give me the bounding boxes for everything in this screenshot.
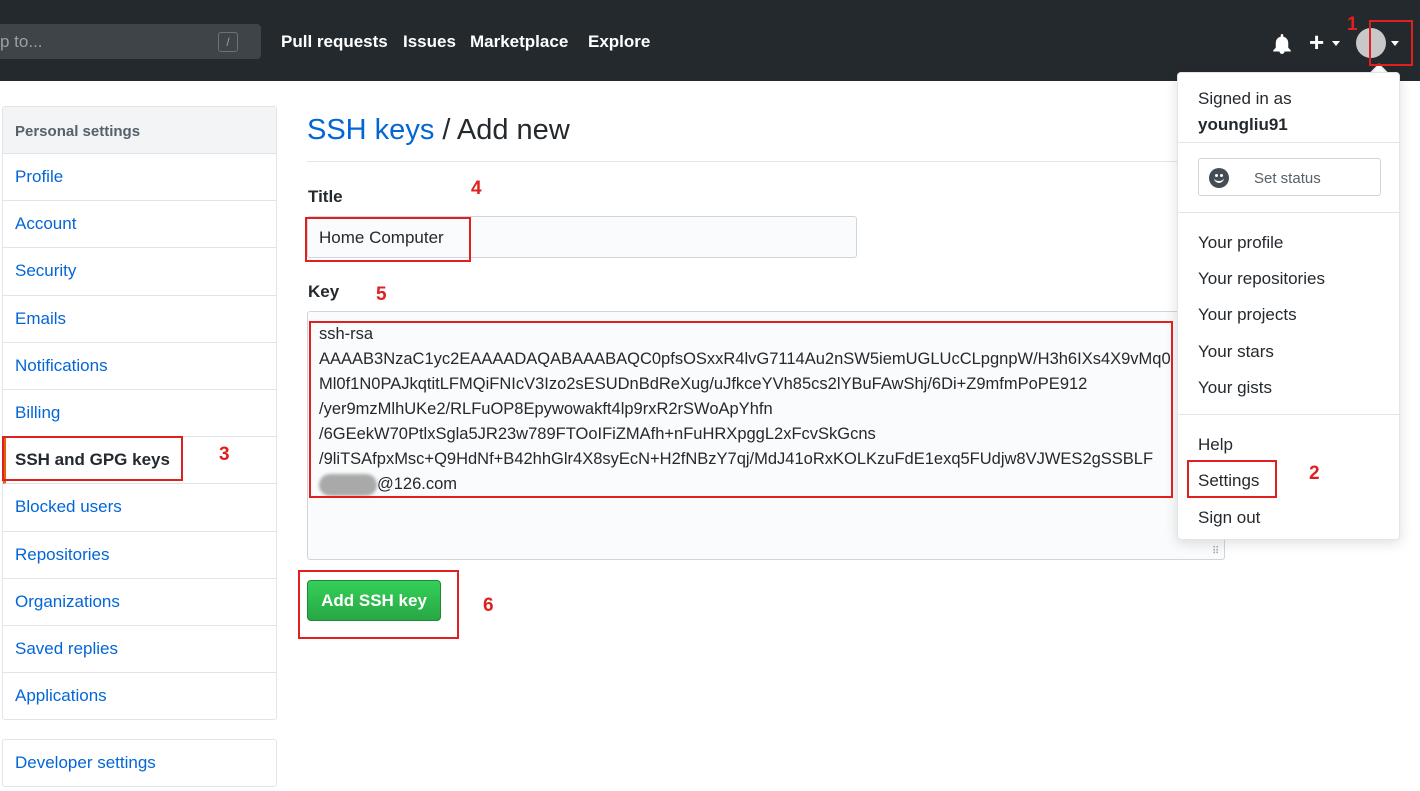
search-input[interactable]: p to... /: [0, 24, 261, 59]
sidebar-item-blocked-users[interactable]: Blocked users: [3, 484, 276, 532]
annotation-box-settings: [1187, 460, 1277, 498]
sidebar-item-applications[interactable]: Applications: [3, 673, 276, 720]
menu-your-gists[interactable]: Your gists: [1198, 378, 1272, 398]
sidebar-item-developer-settings[interactable]: Developer settings: [2, 739, 277, 787]
sidebar-item-repositories[interactable]: Repositories: [3, 532, 276, 579]
nav-pull-requests[interactable]: Pull requests: [281, 32, 388, 52]
nav-issues[interactable]: Issues: [403, 32, 456, 52]
annotation-box-title: [305, 217, 471, 262]
search-placeholder: p to...: [0, 32, 43, 51]
dropdown-divider: [1178, 414, 1399, 415]
nav-explore[interactable]: Explore: [588, 32, 650, 52]
sidebar-item-billing[interactable]: Billing: [3, 390, 276, 438]
menu-your-stars[interactable]: Your stars: [1198, 342, 1274, 362]
settings-sidebar: Personal settings Profile Account Securi…: [2, 106, 277, 720]
sidebar-item-emails[interactable]: Emails: [3, 296, 276, 343]
annotation-number: 1: [1347, 14, 1358, 35]
menu-your-profile[interactable]: Your profile: [1198, 233, 1283, 253]
title-divider: [307, 161, 1225, 162]
set-status-label: Set status: [1254, 170, 1321, 187]
sidebar-item-account[interactable]: Account: [3, 201, 276, 249]
annotation-number: 2: [1309, 463, 1320, 484]
plus-icon[interactable]: +: [1309, 27, 1324, 57]
sidebar-item-profile[interactable]: Profile: [3, 154, 276, 202]
title-label: Title: [308, 187, 343, 206]
smiley-icon: [1209, 168, 1229, 188]
resize-grip-icon[interactable]: ⠿: [1212, 546, 1219, 557]
signed-in-label: Signed in as: [1198, 89, 1292, 108]
menu-help[interactable]: Help: [1198, 435, 1233, 455]
top-navbar: p to... / Pull requests Issues Marketpla…: [0, 0, 1420, 81]
ssh-keys-link[interactable]: SSH keys: [307, 114, 434, 146]
menu-your-repositories[interactable]: Your repositories: [1198, 269, 1325, 289]
annotation-box-button: [298, 570, 459, 639]
annotation-number: 6: [483, 595, 494, 616]
sidebar-item-security[interactable]: Security: [3, 248, 276, 296]
annotation-number: 4: [471, 178, 482, 199]
sidebar-heading: Personal settings: [3, 107, 276, 154]
annotation-box-ssh-keys: [2, 436, 183, 481]
set-status-button[interactable]: Set status: [1198, 158, 1381, 196]
menu-sign-out[interactable]: Sign out: [1198, 508, 1260, 528]
sidebar-item-organizations[interactable]: Organizations: [3, 579, 276, 626]
sidebar-item-notifications[interactable]: Notifications: [3, 343, 276, 390]
annotation-box-key: [309, 321, 1173, 498]
signed-in-username: youngliu91: [1198, 115, 1288, 134]
page-title: SSH keys / Add new: [307, 114, 570, 147]
bell-icon[interactable]: [1272, 34, 1292, 59]
plus-caret-icon: [1332, 41, 1340, 46]
dropdown-divider: [1178, 142, 1399, 143]
page-title-rest: / Add new: [434, 114, 570, 146]
nav-marketplace[interactable]: Marketplace: [470, 32, 568, 52]
search-shortcut-badge: /: [218, 32, 238, 52]
annotation-number: 3: [219, 444, 230, 465]
menu-your-projects[interactable]: Your projects: [1198, 305, 1297, 325]
key-label: Key: [308, 282, 340, 301]
annotation-number: 5: [376, 284, 387, 305]
sidebar-item-saved-replies[interactable]: Saved replies: [3, 626, 276, 674]
dropdown-divider: [1178, 212, 1399, 213]
annotation-box-avatar: [1369, 20, 1413, 66]
